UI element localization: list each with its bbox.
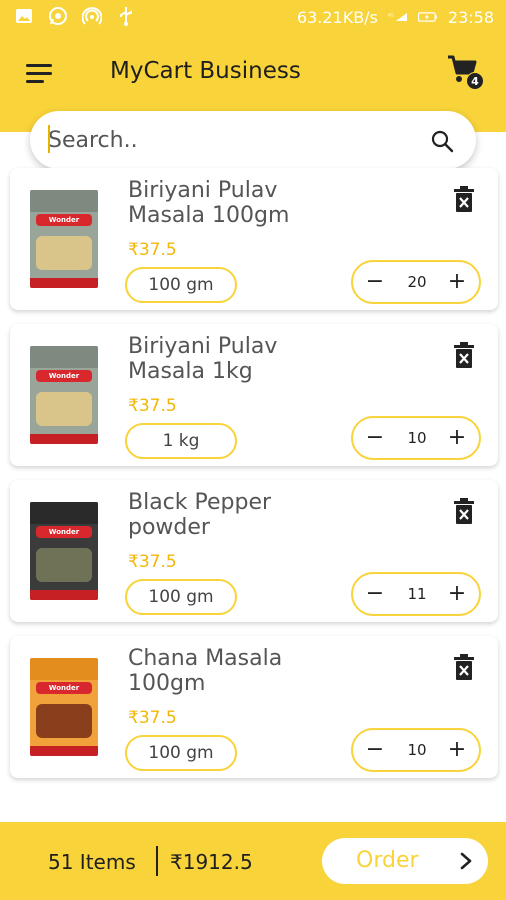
footer-divider <box>156 846 158 876</box>
quantity-stepper: − 10 + <box>351 416 481 460</box>
quantity-value: 20 <box>407 273 427 291</box>
svg-text:4G: 4G <box>388 13 394 18</box>
cart-total: ₹1912.5 <box>170 850 253 874</box>
product-image: Wonder <box>30 502 98 600</box>
increase-button[interactable]: + <box>443 424 471 452</box>
decrease-button[interactable]: − <box>361 424 389 452</box>
hotspot-icon <box>82 6 102 26</box>
pack-food <box>36 236 92 270</box>
product-price: ₹37.5 <box>128 396 177 416</box>
chevron-right-icon <box>460 852 472 870</box>
text-cursor <box>48 125 50 153</box>
search-bar <box>30 111 476 169</box>
decrease-button[interactable]: − <box>361 736 389 764</box>
product-image: Wonder <box>30 346 98 444</box>
pack-food <box>36 704 92 738</box>
unit-selector[interactable]: 100 gm <box>125 735 237 771</box>
pack-band <box>30 590 98 600</box>
image-icon <box>14 6 34 26</box>
product-image: Wonder <box>30 190 98 288</box>
cart-item-card: Wonder Biriyani Pulav Masala 1kg ₹37.5 1… <box>10 324 498 466</box>
order-button[interactable]: Order <box>322 838 488 884</box>
trash-icon[interactable] <box>454 342 474 368</box>
increase-button[interactable]: + <box>443 580 471 608</box>
trash-icon[interactable] <box>454 654 474 680</box>
order-label: Order <box>356 848 419 873</box>
pack-brand: Wonder <box>36 682 92 694</box>
signal-icon: 4G <box>388 7 408 27</box>
product-price: ₹37.5 <box>128 240 177 260</box>
cart-count-badge: 4 <box>466 72 484 90</box>
unit-selector[interactable]: 100 gm <box>125 579 237 615</box>
product-image: Wonder <box>30 658 98 756</box>
trash-icon[interactable] <box>454 498 474 524</box>
product-name: Biriyani Pulav Masala 100gm <box>128 178 290 228</box>
unit-selector[interactable]: 100 gm <box>125 267 237 303</box>
increase-button[interactable]: + <box>443 736 471 764</box>
menu-icon[interactable] <box>26 62 56 86</box>
battery-icon <box>417 7 438 27</box>
decrease-button[interactable]: − <box>361 580 389 608</box>
pack-band <box>30 434 98 444</box>
trash-icon[interactable] <box>454 186 474 212</box>
pack-brand: Wonder <box>36 214 92 226</box>
pack-food <box>36 392 92 426</box>
usb-icon <box>116 6 136 26</box>
pack-brand: Wonder <box>36 526 92 538</box>
quantity-stepper: − 11 + <box>351 572 481 616</box>
pack-lid <box>30 190 98 212</box>
product-price: ₹37.5 <box>128 708 177 728</box>
quantity-value: 10 <box>407 429 427 447</box>
search-icon[interactable] <box>430 129 454 153</box>
decrease-button[interactable]: − <box>361 268 389 296</box>
search-input[interactable] <box>48 121 418 159</box>
product-price: ₹37.5 <box>128 552 177 572</box>
clock: 23:58 <box>447 7 494 27</box>
product-name: Biriyani Pulav Masala 1kg <box>128 334 278 384</box>
whatsapp-icon <box>48 6 68 26</box>
pack-food <box>36 548 92 582</box>
increase-button[interactable]: + <box>443 268 471 296</box>
product-name: Chana Masala 100gm <box>128 646 283 696</box>
network-speed: 63.21KB/s <box>296 7 378 27</box>
items-count: 51 Items <box>48 850 136 874</box>
cart-item-card: Wonder Chana Masala 100gm ₹37.5 100 gm −… <box>10 636 498 778</box>
product-name: Black Pepper powder <box>128 490 272 540</box>
quantity-stepper: − 10 + <box>351 728 481 772</box>
app-title: MyCart Business <box>110 58 301 84</box>
cart-item-card: Wonder Biriyani Pulav Masala 100gm ₹37.5… <box>10 168 498 310</box>
cart-item-card: Wonder Black Pepper powder ₹37.5 100 gm … <box>10 480 498 622</box>
pack-lid <box>30 346 98 368</box>
unit-selector[interactable]: 1 kg <box>125 423 237 459</box>
status-bar: 63.21KB/s 4G 23:58 <box>0 0 506 36</box>
pack-band <box>30 278 98 288</box>
pack-lid <box>30 502 98 524</box>
pack-band <box>30 746 98 756</box>
pack-brand: Wonder <box>36 370 92 382</box>
cart-button[interactable]: 4 <box>446 54 486 90</box>
pack-lid <box>30 658 98 680</box>
quantity-stepper: − 20 + <box>351 260 481 304</box>
quantity-value: 11 <box>407 585 427 603</box>
checkout-bar: 51 Items ₹1912.5 Order <box>0 822 506 900</box>
quantity-value: 10 <box>407 741 427 759</box>
